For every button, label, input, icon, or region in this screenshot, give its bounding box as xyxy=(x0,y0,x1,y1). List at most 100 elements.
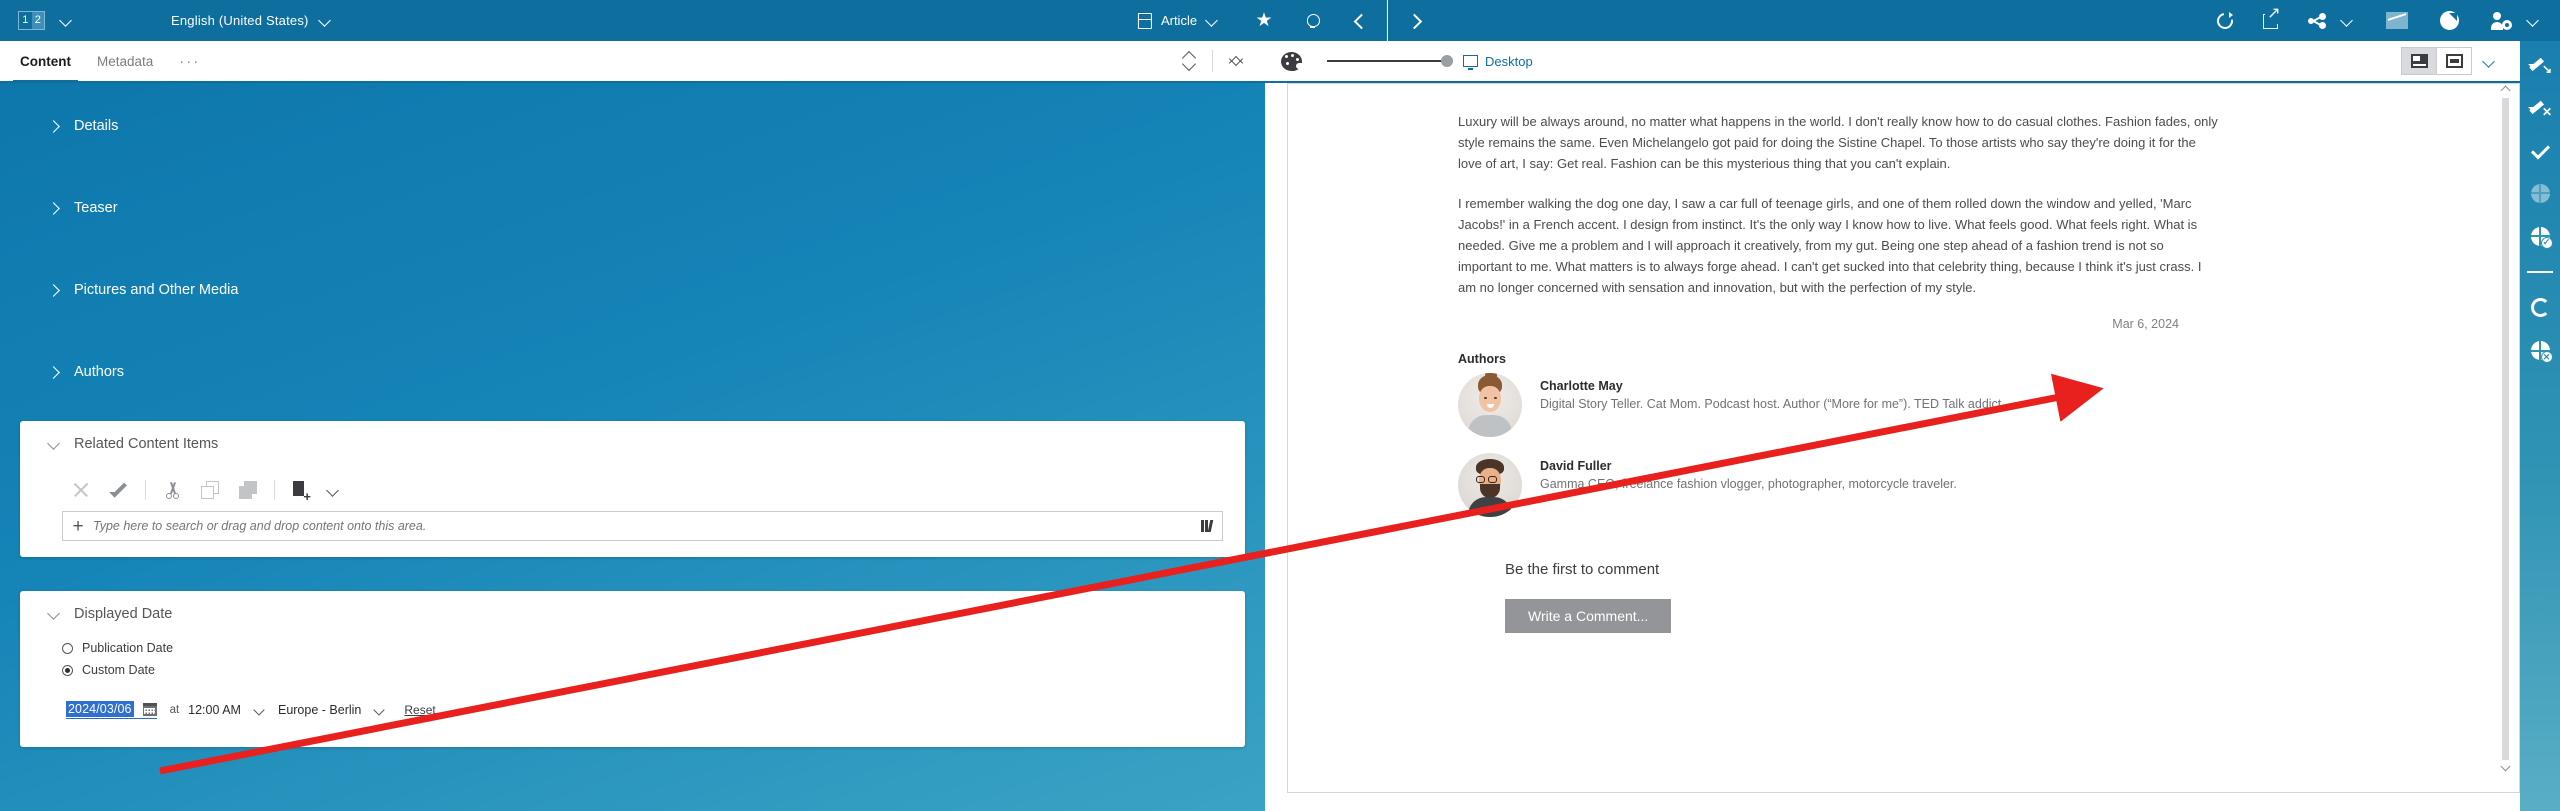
toolbar-right-group xyxy=(2212,6,2560,36)
article-icon xyxy=(1138,13,1152,29)
scroll-down-arrow[interactable] xyxy=(2500,763,2511,774)
forward-button[interactable] xyxy=(1402,6,1428,36)
radio-custom-date[interactable]: Custom Date xyxy=(20,659,1245,681)
related-content-search-bar[interactable]: + xyxy=(62,511,1223,541)
article-body: Luxury will be always around, no matter … xyxy=(1288,111,2519,633)
open-in-new-window-button[interactable] xyxy=(2258,6,2284,36)
check-out-button[interactable]: ↘ xyxy=(2526,51,2554,77)
pencil-icon xyxy=(110,481,128,499)
copy-filled-icon xyxy=(239,481,257,499)
hints-button[interactable] xyxy=(1299,6,1325,36)
edit-button[interactable] xyxy=(100,475,138,505)
paste-dropdown-button[interactable] xyxy=(320,475,346,505)
date-input-wrapper[interactable]: 2024/03/06 xyxy=(66,701,157,719)
document-type-selector[interactable]: Article xyxy=(1132,13,1225,29)
timezone-dropdown-icon[interactable] xyxy=(373,704,386,717)
scroll-up-arrow[interactable] xyxy=(2500,84,2511,95)
timezone-select[interactable]: Europe - Berlin xyxy=(278,703,361,717)
radio-custom-date-label: Custom Date xyxy=(82,663,155,677)
section-details[interactable]: Details xyxy=(0,85,1265,167)
collapse-all-button[interactable] xyxy=(1219,46,1253,76)
paste-button[interactable] xyxy=(282,475,320,505)
user-dropdown-button[interactable] xyxy=(2520,6,2546,36)
language-label: English (United States) xyxy=(171,13,309,28)
tab-more[interactable]: ··· xyxy=(166,41,213,81)
preview-scrollbar[interactable] xyxy=(2500,84,2511,774)
form-tab-bar: Content Metadata ··· xyxy=(0,41,1265,83)
preview-viewport: Luxury will be always around, no matter … xyxy=(1265,83,2520,811)
favorites-button[interactable]: ★ xyxy=(1251,6,1277,36)
x-badge-icon: ✕ xyxy=(2541,351,2553,363)
tab-metadata[interactable]: Metadata xyxy=(84,41,166,81)
withdraw-button[interactable]: ✕ xyxy=(2526,338,2554,364)
open-in-new-window-icon xyxy=(2263,12,2280,29)
perspective-dropdown-button[interactable] xyxy=(53,6,79,36)
related-content-items-title: Related Content Items xyxy=(74,436,218,452)
multi-device-view-button[interactable] xyxy=(2437,48,2471,74)
expand-all-button[interactable] xyxy=(1172,46,1206,76)
document-form-panel: Content Metadata ··· xyxy=(0,41,1265,811)
withdraw-in-progress-button[interactable] xyxy=(2526,295,2554,321)
section-authors-label: Authors xyxy=(74,364,124,380)
copy-button[interactable] xyxy=(191,475,229,505)
section-teaser-label: Teaser xyxy=(74,200,118,216)
check-in-button[interactable]: ✕ xyxy=(2526,94,2554,120)
cut-button[interactable] xyxy=(153,475,191,505)
approve-button[interactable] xyxy=(2526,137,2554,163)
device-width-slider[interactable] xyxy=(1327,60,1447,62)
radio-button[interactable] xyxy=(62,643,73,654)
section-pictures-and-other-media[interactable]: Pictures and Other Media xyxy=(0,249,1265,331)
share-dropdown-button[interactable] xyxy=(2334,6,2360,36)
tab-content[interactable]: Content xyxy=(7,41,84,81)
preview-document[interactable]: Luxury will be always around, no matter … xyxy=(1287,83,2520,793)
back-button[interactable] xyxy=(1347,6,1373,36)
tab-metadata-label: Metadata xyxy=(97,54,153,69)
share-button[interactable] xyxy=(2304,6,2330,36)
view-mode-dropdown-button[interactable] xyxy=(2472,46,2506,76)
section-authors[interactable]: Authors xyxy=(0,331,1265,413)
radio-button[interactable] xyxy=(62,665,73,676)
related-content-items-header[interactable]: Related Content Items xyxy=(20,421,1245,467)
library-icon[interactable] xyxy=(1192,520,1222,532)
publish-button[interactable]: ✓ xyxy=(2526,223,2554,249)
share-icon xyxy=(2308,13,2326,29)
slider-track[interactable] xyxy=(1327,60,1447,62)
section-teaser[interactable]: Teaser xyxy=(0,167,1265,249)
time-input[interactable]: 12:00 AM xyxy=(188,703,241,717)
displayed-date-header[interactable]: Displayed Date xyxy=(20,591,1245,637)
split-view-icon: 1 2 xyxy=(18,11,45,30)
chevron-right-icon xyxy=(1407,13,1423,29)
related-content-search-input[interactable] xyxy=(93,519,1192,533)
perspective-switcher[interactable]: 1 2 xyxy=(14,6,49,36)
avatar xyxy=(1458,453,1522,517)
device-label-group: Desktop xyxy=(1463,54,1533,69)
reload-preview-button[interactable] xyxy=(2212,6,2238,36)
write-comment-button[interactable]: Write a Comment... xyxy=(1505,599,1671,633)
copy-all-button[interactable] xyxy=(229,475,267,505)
refresh-icon xyxy=(2216,12,2234,30)
calendar-icon[interactable] xyxy=(143,703,157,716)
date-input[interactable]: 2024/03/06 xyxy=(66,701,134,717)
remove-button[interactable] xyxy=(62,475,100,505)
check-badge-icon: ✓ xyxy=(2541,237,2553,249)
preview-pane-icon xyxy=(2411,54,2428,68)
chevron-down-icon xyxy=(47,438,60,451)
slider-handle[interactable] xyxy=(1441,55,1453,67)
reset-date-link[interactable]: Reset xyxy=(404,703,435,717)
article-paragraph: I remember walking the dog one day, I sa… xyxy=(1458,193,2218,298)
toolbar-left-group: 1 2 English (United States) xyxy=(0,6,332,36)
palette-icon[interactable] xyxy=(1281,52,1302,71)
perspective-left-label: 1 xyxy=(19,12,32,29)
timeline-button[interactable] xyxy=(2436,6,2463,36)
time-dropdown-icon[interactable] xyxy=(253,704,266,717)
clock-icon xyxy=(2440,11,2459,30)
language-selector[interactable]: English (United States) xyxy=(83,13,332,28)
multi-screen-icon xyxy=(2446,54,2463,68)
scroll-thumb[interactable] xyxy=(2502,98,2509,760)
single-preview-view-button[interactable] xyxy=(2402,48,2436,74)
plus-icon[interactable]: + xyxy=(63,517,93,536)
preview-thumbnail-button[interactable] xyxy=(2382,6,2412,36)
preview-panel: Desktop xyxy=(1265,41,2520,811)
user-settings-button[interactable] xyxy=(2487,6,2516,36)
radio-publication-date[interactable]: Publication Date xyxy=(20,637,1245,659)
